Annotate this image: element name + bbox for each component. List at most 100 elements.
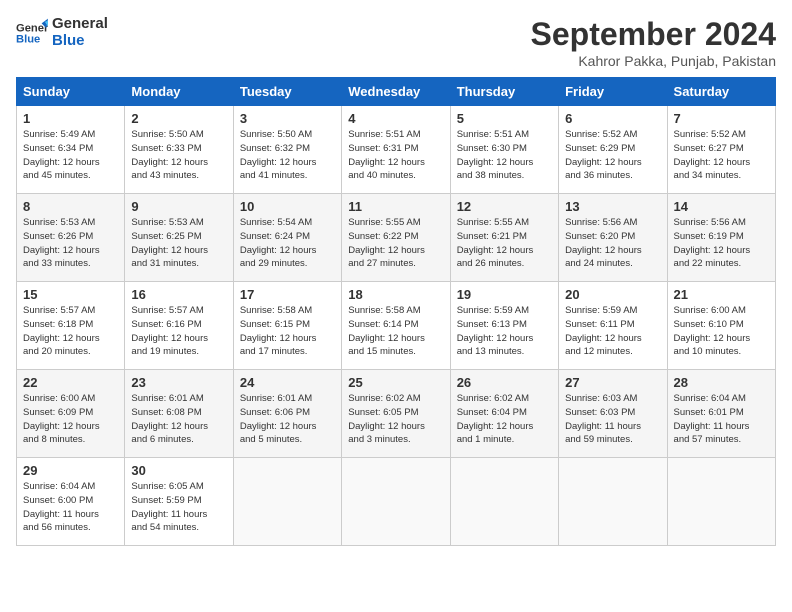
day-info: Sunrise: 5:55 AM Sunset: 6:21 PM Dayligh… [457, 216, 552, 271]
day-info: Sunrise: 6:00 AM Sunset: 6:10 PM Dayligh… [674, 304, 769, 359]
svg-text:Blue: Blue [16, 33, 40, 45]
calendar-day-5: 5Sunrise: 5:51 AM Sunset: 6:30 PM Daylig… [450, 106, 558, 194]
day-number: 21 [674, 287, 769, 302]
calendar-week-1: 1 Sunrise: 5:49 AM Sunset: 6:34 PM Daylig… [17, 106, 776, 194]
day-number: 22 [23, 375, 118, 390]
calendar-day-24: 24 Sunrise: 6:01 AM Sunset: 6:06 PM Dayli… [233, 370, 341, 458]
calendar-week-4: 22 Sunrise: 6:00 AM Sunset: 6:09 PM Dayli… [17, 370, 776, 458]
day-info: Sunrise: 5:55 AM Sunset: 6:22 PM Dayligh… [348, 216, 443, 271]
day-info: Sunrise: 5:57 AM Sunset: 6:16 PM Dayligh… [131, 304, 226, 359]
day-number: 29 [23, 463, 118, 478]
calendar-day-26: 26 Sunrise: 6:02 AM Sunset: 6:04 PM Dayli… [450, 370, 558, 458]
day-info: Sunrise: 6:04 AM Sunset: 6:01 PM Dayligh… [674, 392, 769, 447]
calendar-table: SundayMondayTuesdayWednesdayThursdayFrid… [16, 77, 776, 546]
day-info: Sunrise: 6:02 AM Sunset: 6:04 PM Dayligh… [457, 392, 552, 447]
day-number: 26 [457, 375, 552, 390]
calendar-day-28: 28 Sunrise: 6:04 AM Sunset: 6:01 PM Dayli… [667, 370, 775, 458]
calendar-day-18: 18Sunrise: 5:58 AM Sunset: 6:14 PM Dayli… [342, 282, 450, 370]
location-subtitle: Kahror Pakka, Punjab, Pakistan [531, 53, 776, 69]
day-info: Sunrise: 5:59 AM Sunset: 6:11 PM Dayligh… [565, 304, 660, 359]
calendar-day-25: 25 Sunrise: 6:02 AM Sunset: 6:05 PM Dayli… [342, 370, 450, 458]
calendar-day-empty [559, 458, 667, 546]
calendar-day-29: 29Sunrise: 6:04 AM Sunset: 6:00 PM Dayli… [17, 458, 125, 546]
day-info: Sunrise: 5:57 AM Sunset: 6:18 PM Dayligh… [23, 304, 118, 359]
calendar-day-empty [233, 458, 341, 546]
day-number: 24 [240, 375, 335, 390]
day-info: Sunrise: 5:50 AM Sunset: 6:32 PM Dayligh… [240, 128, 335, 183]
day-header-saturday: Saturday [667, 78, 775, 106]
day-number: 27 [565, 375, 660, 390]
calendar-day-empty [342, 458, 450, 546]
day-header-friday: Friday [559, 78, 667, 106]
calendar-day-14: 14 Sunrise: 5:56 AM Sunset: 6:19 PM Dayli… [667, 194, 775, 282]
calendar-day-27: 27 Sunrise: 6:03 AM Sunset: 6:03 PM Dayli… [559, 370, 667, 458]
calendar-day-19: 19Sunrise: 5:59 AM Sunset: 6:13 PM Dayli… [450, 282, 558, 370]
day-header-monday: Monday [125, 78, 233, 106]
calendar-week-3: 15 Sunrise: 5:57 AM Sunset: 6:18 PM Dayli… [17, 282, 776, 370]
day-info: Sunrise: 5:50 AM Sunset: 6:33 PM Dayligh… [131, 128, 226, 183]
calendar-day-21: 21 Sunrise: 6:00 AM Sunset: 6:10 PM Dayli… [667, 282, 775, 370]
day-info: Sunrise: 5:56 AM Sunset: 6:19 PM Dayligh… [674, 216, 769, 271]
day-number: 14 [674, 199, 769, 214]
day-header-wednesday: Wednesday [342, 78, 450, 106]
logo-icon: General Blue [16, 17, 48, 49]
day-number: 28 [674, 375, 769, 390]
day-number: 9 [131, 199, 226, 214]
day-header-sunday: Sunday [17, 78, 125, 106]
calendar-day-13: 13 Sunrise: 5:56 AM Sunset: 6:20 PM Dayli… [559, 194, 667, 282]
calendar-day-1: 1 Sunrise: 5:49 AM Sunset: 6:34 PM Daylig… [17, 106, 125, 194]
day-info: Sunrise: 5:54 AM Sunset: 6:24 PM Dayligh… [240, 216, 335, 271]
day-number: 25 [348, 375, 443, 390]
calendar-day-4: 4 Sunrise: 5:51 AM Sunset: 6:31 PM Daylig… [342, 106, 450, 194]
day-number: 10 [240, 199, 335, 214]
day-number: 23 [131, 375, 226, 390]
day-number: 8 [23, 199, 118, 214]
month-title: September 2024 [531, 16, 776, 53]
day-info: Sunrise: 6:05 AM Sunset: 5:59 PM Dayligh… [131, 480, 226, 535]
calendar-day-22: 22 Sunrise: 6:00 AM Sunset: 6:09 PM Dayli… [17, 370, 125, 458]
logo: General Blue General Blue [16, 16, 108, 49]
day-info: Sunrise: 6:01 AM Sunset: 6:06 PM Dayligh… [240, 392, 335, 447]
calendar-day-15: 15 Sunrise: 5:57 AM Sunset: 6:18 PM Dayli… [17, 282, 125, 370]
calendar-day-empty [450, 458, 558, 546]
logo-general: General [52, 15, 108, 32]
calendar-day-11: 11Sunrise: 5:55 AM Sunset: 6:22 PM Dayli… [342, 194, 450, 282]
page-header: General Blue General Blue September 2024… [16, 16, 776, 69]
day-info: Sunrise: 6:03 AM Sunset: 6:03 PM Dayligh… [565, 392, 660, 447]
calendar-day-23: 23Sunrise: 6:01 AM Sunset: 6:08 PM Dayli… [125, 370, 233, 458]
day-info: Sunrise: 5:52 AM Sunset: 6:29 PM Dayligh… [565, 128, 660, 183]
day-number: 7 [674, 111, 769, 126]
day-info: Sunrise: 6:02 AM Sunset: 6:05 PM Dayligh… [348, 392, 443, 447]
calendar-day-2: 2 Sunrise: 5:50 AM Sunset: 6:33 PM Daylig… [125, 106, 233, 194]
day-number: 3 [240, 111, 335, 126]
day-info: Sunrise: 5:53 AM Sunset: 6:26 PM Dayligh… [23, 216, 118, 271]
day-number: 4 [348, 111, 443, 126]
calendar-day-9: 9Sunrise: 5:53 AM Sunset: 6:25 PM Daylig… [125, 194, 233, 282]
day-number: 13 [565, 199, 660, 214]
day-info: Sunrise: 5:49 AM Sunset: 6:34 PM Dayligh… [23, 128, 118, 183]
day-number: 20 [565, 287, 660, 302]
title-block: September 2024 Kahror Pakka, Punjab, Pak… [531, 16, 776, 69]
logo-blue: Blue [52, 32, 85, 49]
calendar-day-6: 6 Sunrise: 5:52 AM Sunset: 6:29 PM Daylig… [559, 106, 667, 194]
day-number: 12 [457, 199, 552, 214]
day-info: Sunrise: 5:58 AM Sunset: 6:15 PM Dayligh… [240, 304, 335, 359]
calendar-day-10: 10 Sunrise: 5:54 AM Sunset: 6:24 PM Dayli… [233, 194, 341, 282]
day-info: Sunrise: 6:00 AM Sunset: 6:09 PM Dayligh… [23, 392, 118, 447]
day-number: 2 [131, 111, 226, 126]
day-info: Sunrise: 5:51 AM Sunset: 6:31 PM Dayligh… [348, 128, 443, 183]
calendar-day-30: 30Sunrise: 6:05 AM Sunset: 5:59 PM Dayli… [125, 458, 233, 546]
day-number: 1 [23, 111, 118, 126]
calendar-day-20: 20 Sunrise: 5:59 AM Sunset: 6:11 PM Dayli… [559, 282, 667, 370]
day-info: Sunrise: 5:56 AM Sunset: 6:20 PM Dayligh… [565, 216, 660, 271]
day-header-thursday: Thursday [450, 78, 558, 106]
calendar-day-8: 8 Sunrise: 5:53 AM Sunset: 6:26 PM Daylig… [17, 194, 125, 282]
day-number: 17 [240, 287, 335, 302]
day-number: 16 [131, 287, 226, 302]
day-number: 15 [23, 287, 118, 302]
day-number: 19 [457, 287, 552, 302]
calendar-day-16: 16 Sunrise: 5:57 AM Sunset: 6:16 PM Dayli… [125, 282, 233, 370]
day-info: Sunrise: 5:58 AM Sunset: 6:14 PM Dayligh… [348, 304, 443, 359]
day-number: 6 [565, 111, 660, 126]
calendar-day-empty [667, 458, 775, 546]
